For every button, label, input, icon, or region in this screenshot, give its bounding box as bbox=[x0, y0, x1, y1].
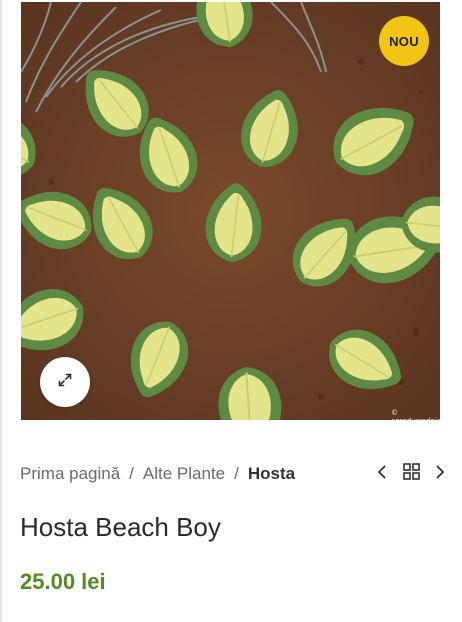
chevron-right-icon bbox=[434, 464, 446, 485]
back-to-shop-button[interactable] bbox=[399, 462, 423, 486]
product-image[interactable]: © ogrodysrodnie.pl bbox=[21, 2, 440, 420]
breadcrumb: Prima pagină / Alte Plante / Hosta bbox=[20, 462, 295, 486]
next-product-button[interactable] bbox=[428, 462, 452, 486]
new-badge: NOU bbox=[379, 16, 429, 66]
expand-arrows-icon bbox=[57, 372, 73, 393]
breadcrumb-separator: / bbox=[234, 464, 239, 483]
zoom-button[interactable] bbox=[40, 357, 90, 407]
previous-product-button[interactable] bbox=[370, 462, 394, 486]
image-credit: © ogrodysrodnie.pl bbox=[391, 409, 440, 420]
breadcrumb-current: Hosta bbox=[247, 464, 296, 483]
breadcrumb-alte-plante[interactable]: Alte Plante bbox=[143, 464, 225, 484]
breadcrumb-home[interactable]: Prima pagină bbox=[20, 464, 120, 484]
chevron-left-icon bbox=[376, 464, 388, 485]
product-title: Hosta Beach Boy bbox=[20, 512, 221, 542]
product-price: 25.00 lei bbox=[20, 569, 106, 594]
left-border bbox=[0, 0, 2, 622]
breadcrumb-separator: / bbox=[129, 464, 134, 483]
grid-icon bbox=[402, 463, 420, 485]
product-navigation bbox=[370, 462, 452, 486]
